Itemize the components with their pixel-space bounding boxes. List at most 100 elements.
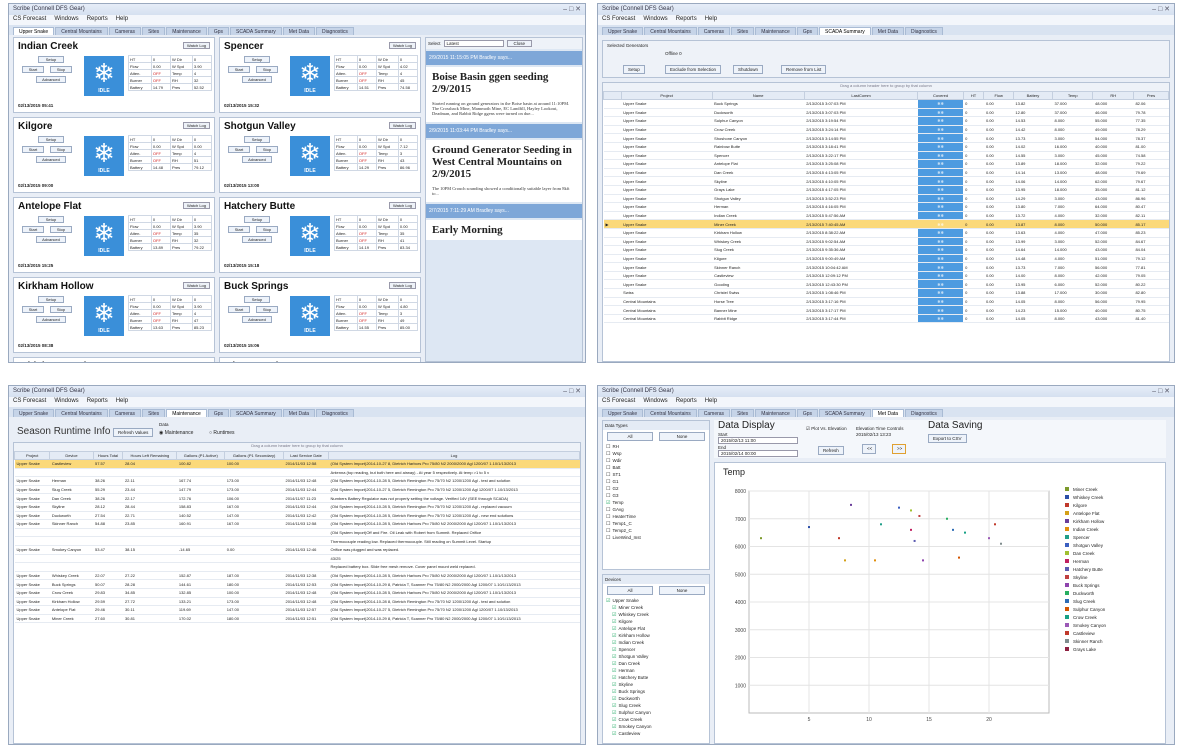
device-checkbox[interactable]: Crow Creek	[609, 716, 709, 723]
data-type-checkbox[interactable]: Temp1_C	[603, 520, 709, 527]
tab-gps[interactable]: Gps	[207, 27, 229, 35]
column-header[interactable]: Last Service Date	[282, 451, 330, 460]
table-row[interactable]: Upper Snake Skinner Ranch 54.88 23.85 160.91…	[14, 519, 580, 529]
none-button[interactable]: None	[659, 586, 705, 595]
tab-diagnostics[interactable]: Diagnostics	[905, 27, 943, 35]
table-row[interactable]: Upper Snake Rainbow Butte 2/13/2015 3:18:4…	[603, 142, 1169, 152]
column-header[interactable]: Covered	[917, 91, 964, 100]
tab-diagnostics[interactable]: Diagnostics	[316, 409, 354, 417]
setup-button[interactable]: Setup	[244, 136, 270, 143]
news-item-header[interactable]: 2/9/2015 11:15:05 PM Bradley says...	[426, 51, 582, 65]
tab-central-mountains[interactable]: Central Mountains	[55, 27, 108, 35]
data-type-checkbox[interactable]: GAvg	[603, 506, 709, 513]
table-row[interactable]: Upper Snake Smokey Canyon 53.47 38.15 -14.65…	[14, 545, 580, 555]
device-checkbox[interactable]: Kilgore	[609, 618, 709, 625]
menu-windows[interactable]: Windows	[54, 16, 78, 24]
menu-reports[interactable]: Reports	[87, 16, 108, 24]
tab-sites[interactable]: Sites	[142, 27, 166, 35]
tab-gps[interactable]: Gps	[796, 27, 818, 35]
table-row[interactable]: Upper Snake Duckworth 27.54 22.71 140.52 147.…	[14, 511, 580, 521]
window-controls[interactable]: – □ ✕	[563, 387, 581, 395]
menu-reports[interactable]: Reports	[676, 398, 697, 406]
tab-gps[interactable]: Gps	[796, 409, 818, 417]
data-type-checkbox[interactable]: HeaterTime	[603, 513, 709, 520]
column-header[interactable]: Log	[328, 451, 580, 460]
tab-scada-summary[interactable]: SCADA Summary	[819, 409, 871, 417]
data-type-checkbox[interactable]: Batt	[603, 464, 709, 471]
radio-runtimes[interactable]: ○ Runtimes	[209, 430, 235, 436]
table-row[interactable]: Upper Snake Spencer 2/13/2015 3:22:17 PM ❄❄…	[603, 151, 1169, 161]
tab-sites[interactable]: Sites	[142, 409, 166, 417]
exclude-selection-button[interactable]: Exclude from Selection	[665, 65, 722, 74]
tab-maintenance[interactable]: Maintenance	[166, 27, 207, 35]
table-row[interactable]: Upper Snake Kirkham Hollow 2/13/2015 8:38:…	[603, 228, 1169, 238]
setup-button[interactable]: Setup	[244, 56, 270, 63]
tab-met-data[interactable]: Met Data	[871, 27, 905, 35]
tab-scada-summary[interactable]: SCADA Summary	[230, 27, 282, 35]
advanced-button[interactable]: Advanced	[36, 236, 66, 243]
data-type-checkbox[interactable]: G1	[603, 478, 709, 485]
device-checkbox[interactable]: Duckworth	[609, 695, 709, 702]
start-date-input[interactable]: 2015/02/13 11:00	[718, 437, 798, 444]
end-date-input[interactable]: 2015/02/14 00:00	[718, 450, 798, 457]
data-type-checkbox[interactable]: G2	[603, 485, 709, 492]
none-button[interactable]: None	[659, 432, 705, 441]
tab-met-data[interactable]: Met Data	[282, 409, 316, 417]
stop-button[interactable]: Stop	[256, 66, 278, 73]
stop-button[interactable]: Stop	[256, 306, 278, 313]
table-row[interactable]: Upper Snake Dan Creek 38.26 22.17 172.76 106.…	[14, 493, 580, 503]
table-row[interactable]: Swiss Christel Swiss 2/13/2015 1:08:46 PM ❄…	[603, 288, 1169, 298]
menu-help[interactable]: Help	[116, 398, 128, 406]
menu-windows[interactable]: Windows	[643, 16, 667, 24]
table-row[interactable]: ▶ Upper Snake Miner Creek 2/13/2015 7:40:45…	[603, 219, 1169, 229]
prev-time-button[interactable]: <<	[862, 444, 876, 454]
data-type-checkbox[interactable]: Temp	[603, 499, 709, 506]
table-row[interactable]: Upper Snake Whiskey Creek 2/13/2015 9:02:5…	[603, 237, 1169, 247]
stop-button[interactable]: Stop	[256, 226, 278, 233]
column-header[interactable]: LastComm	[803, 91, 919, 100]
table-row[interactable]: Upper Snake Antelope Flat 29.46 30.11 119.69…	[14, 605, 580, 615]
watch-log-button[interactable]: Watch Log	[183, 282, 210, 289]
advanced-button[interactable]: Advanced	[36, 156, 66, 163]
device-checkbox[interactable]: Miner Creek	[609, 604, 709, 611]
tab-cameras[interactable]: Cameras	[697, 409, 731, 417]
device-checkbox[interactable]: Shotgun Valley	[609, 653, 709, 660]
table-row[interactable]: Upper Snake Gooding 2/13/2015 12:43:30 PM ❄…	[603, 279, 1169, 290]
table-row[interactable]: Upper Snake Kirkham Hollow 29.59 27.72 133.2…	[14, 597, 580, 607]
plot-vs-elevation-checkbox[interactable]: ☑ Plot Vs. Elevation	[806, 426, 847, 432]
start-button[interactable]: Start	[22, 306, 44, 313]
watch-log-button[interactable]: Watch Log	[389, 42, 416, 49]
table-row[interactable]: Upper Snake Antelope Flat 2/13/2015 3:25:0…	[603, 159, 1169, 169]
next-time-button[interactable]: >>	[892, 444, 906, 454]
device-checkbox[interactable]: Herman	[609, 667, 709, 674]
stop-button[interactable]: Stop	[50, 226, 72, 233]
menu-help[interactable]: Help	[705, 398, 717, 406]
export-csv-button[interactable]: Export to CSV	[928, 434, 967, 443]
menu-help[interactable]: Help	[705, 16, 717, 24]
tab-gps[interactable]: Gps	[207, 409, 229, 417]
shutdown-button[interactable]: Shutdown	[733, 65, 764, 74]
menu-windows[interactable]: Windows	[54, 398, 78, 406]
table-row[interactable]: Upper Snake Crow Creek 2/13/2015 3:24:14 P…	[603, 125, 1169, 135]
tab-cameras[interactable]: Cameras	[108, 409, 142, 417]
table-row[interactable]: Upper Snake Duckworth 2/13/2015 3:07:03 PM…	[603, 108, 1169, 118]
menu-cs-forecast[interactable]: CS Forecast	[13, 398, 46, 406]
column-header[interactable]: RH	[1092, 91, 1134, 100]
tab-maintenance[interactable]: Maintenance	[755, 409, 796, 417]
advanced-button[interactable]: Advanced	[242, 156, 272, 163]
window-controls[interactable]: – □ ✕	[1152, 387, 1170, 395]
news-item-header[interactable]: 2/7/2015 7:11:29 AM Bradley says...	[426, 204, 582, 218]
device-checkbox[interactable]: Slug Creek	[609, 702, 709, 709]
device-checkbox[interactable]: Dan Creek	[609, 660, 709, 667]
tab-central-mountains[interactable]: Central Mountains	[55, 409, 108, 417]
stop-button[interactable]: Stop	[50, 306, 72, 313]
table-row[interactable]: Upper Snake Miner Creek 27.60 30.81 170.02 18…	[14, 614, 580, 624]
news-filter-select[interactable]: Latest	[443, 40, 504, 47]
table-row[interactable]: Upper Snake Dan Creek 2/13/2015 4:13:05 PM…	[603, 168, 1169, 178]
menu-cs-forecast[interactable]: CS Forecast	[602, 16, 635, 24]
data-type-checkbox[interactable]: RH	[603, 443, 709, 450]
data-type-checkbox[interactable]: LiveWind_Inst	[603, 534, 709, 541]
menu-help[interactable]: Help	[116, 16, 128, 24]
column-header[interactable]: Name	[711, 91, 805, 100]
column-header[interactable]: Project	[620, 91, 713, 100]
